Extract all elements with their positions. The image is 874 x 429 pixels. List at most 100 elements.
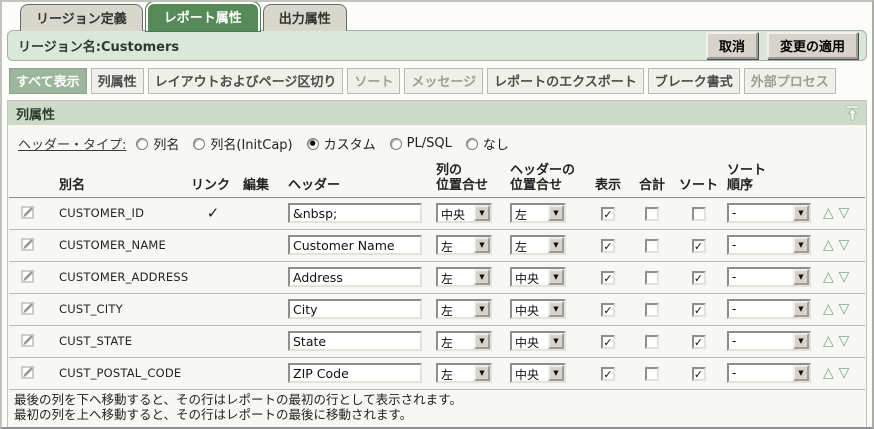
table-row: CUSTOMER_ADDRESS 左 ▼ xyxy=(9,261,865,293)
sort-sequence-select[interactable]: - ▼ xyxy=(727,203,811,223)
sort-checkbox[interactable]: ✓ xyxy=(692,367,706,381)
heading-alignment-select[interactable]: 中央 ▼ xyxy=(510,267,566,287)
section-nav-item[interactable]: メッセージ xyxy=(404,68,483,94)
heading-alignment-select[interactable]: 中央 ▼ xyxy=(510,331,566,351)
sum-checkbox[interactable] xyxy=(645,207,659,221)
heading-input[interactable] xyxy=(288,267,422,287)
table-row: CUSTOMER_NAME 左 ▼ xyxy=(9,229,865,261)
move-up-icon[interactable]: △ xyxy=(823,205,834,221)
header-type-label[interactable]: ヘッダー・タイプ: xyxy=(18,134,126,153)
sort-checkbox[interactable]: ✓ xyxy=(692,271,706,285)
edit-row-icon[interactable] xyxy=(19,362,38,384)
show-cell: ✓ xyxy=(586,357,630,389)
heading-input[interactable] xyxy=(288,299,422,319)
move-down-icon[interactable]: ▽ xyxy=(839,269,850,285)
select-value: 左 xyxy=(438,365,474,381)
sort-sequence-select[interactable]: - ▼ xyxy=(727,235,811,255)
sort-sequence-select[interactable]: - ▼ xyxy=(727,331,811,351)
radio-none[interactable]: なし xyxy=(466,134,509,153)
radio-custom[interactable]: ● カスタム xyxy=(307,134,376,153)
tab-report-attributes[interactable]: レポート属性 xyxy=(146,2,260,31)
column-alignment-select[interactable]: 左 ▼ xyxy=(436,299,492,319)
sort-sequence-select[interactable]: - ▼ xyxy=(727,299,811,319)
sum-checkbox[interactable] xyxy=(645,239,659,253)
tab-output-attributes[interactable]: 出力属性 xyxy=(263,4,347,31)
column-alignment-select[interactable]: 中央 ▼ xyxy=(436,203,492,223)
show-checkbox[interactable]: ✓ xyxy=(601,335,615,349)
show-checkbox[interactable]: ✓ xyxy=(601,367,615,381)
heading-cell xyxy=(284,229,432,261)
move-down-icon[interactable]: ▽ xyxy=(839,333,850,349)
heading-input[interactable] xyxy=(288,235,422,255)
heading-alignment-select[interactable]: 中央 ▼ xyxy=(510,299,566,319)
heading-alignment-select[interactable]: 中央 ▼ xyxy=(510,363,566,383)
sum-checkbox[interactable] xyxy=(645,335,659,349)
column-alignment-select[interactable]: 左 ▼ xyxy=(436,235,492,255)
section-nav-item[interactable]: ブレーク書式 xyxy=(648,68,740,94)
sum-checkbox[interactable] xyxy=(645,367,659,381)
column-alignment-cell: 左 ▼ xyxy=(432,229,506,261)
sort-cell: ✓ xyxy=(674,229,723,261)
radio-plsql[interactable]: PL/SQL xyxy=(390,136,452,151)
section-nav-item[interactable]: 外部プロセス xyxy=(744,68,836,94)
edit-row-icon[interactable] xyxy=(19,202,38,224)
show-checkbox[interactable]: ✓ xyxy=(601,271,615,285)
column-alignment-select[interactable]: 左 ▼ xyxy=(436,267,492,287)
move-down-icon[interactable]: ▽ xyxy=(839,365,850,381)
cancel-button[interactable]: 取消 xyxy=(706,32,758,59)
sort-sequence-select[interactable]: - ▼ xyxy=(727,363,811,383)
move-up-icon[interactable]: △ xyxy=(823,365,834,381)
sort-checkbox[interactable]: ✓ xyxy=(692,239,706,253)
scroll-to-top-icon[interactable] xyxy=(845,105,860,121)
move-up-icon[interactable]: △ xyxy=(823,237,834,253)
move-down-icon[interactable]: ▽ xyxy=(839,301,850,317)
heading-input[interactable] xyxy=(288,363,422,383)
sort-cell: ✓ xyxy=(674,357,723,389)
sort-checkbox[interactable] xyxy=(692,207,706,221)
radio-label: PL/SQL xyxy=(407,136,452,151)
header-link: リンク xyxy=(187,162,239,197)
sort-sequence-select[interactable]: - ▼ xyxy=(727,267,811,287)
section-nav-item[interactable]: レポートのエクスポート xyxy=(487,68,644,94)
edit-row-icon[interactable] xyxy=(19,330,38,352)
heading-alignment-select[interactable]: 左 ▼ xyxy=(510,203,566,223)
select-value: 左 xyxy=(438,301,474,317)
move-up-icon[interactable]: △ xyxy=(823,269,834,285)
tab-region-definition[interactable]: リージョン定義 xyxy=(20,4,143,31)
sum-checkbox[interactable] xyxy=(645,303,659,317)
heading-input[interactable] xyxy=(288,331,422,351)
section-title: 列属性 xyxy=(16,104,55,123)
section-nav-item[interactable]: レイアウトおよびページ区切り xyxy=(148,68,344,94)
radio-column-names-initcap[interactable]: 列名(InitCap) xyxy=(193,134,292,153)
column-alignment-select[interactable]: 左 ▼ xyxy=(436,331,492,351)
heading-cell xyxy=(284,325,432,357)
link-indicator xyxy=(187,293,239,325)
edit-row-icon[interactable] xyxy=(19,298,38,320)
radio-column-names[interactable]: 列名 xyxy=(136,134,179,153)
dropdown-arrow-icon: ▼ xyxy=(474,269,490,285)
move-down-icon[interactable]: ▽ xyxy=(839,205,850,221)
apply-changes-button[interactable]: 変更の適用 xyxy=(767,32,858,59)
heading-input[interactable] xyxy=(288,203,422,223)
show-checkbox[interactable]: ✓ xyxy=(601,207,615,221)
heading-alignment-select[interactable]: 左 ▼ xyxy=(510,235,566,255)
move-cell: △ ▽ xyxy=(819,229,865,261)
column-alignment-select[interactable]: 左 ▼ xyxy=(436,363,492,383)
move-down-icon[interactable]: ▽ xyxy=(839,237,850,253)
sort-checkbox[interactable]: ✓ xyxy=(692,335,706,349)
show-checkbox[interactable]: ✓ xyxy=(601,303,615,317)
dropdown-arrow-icon: ▼ xyxy=(793,301,809,317)
edit-row-icon[interactable] xyxy=(19,266,38,288)
edit-row-icon[interactable] xyxy=(19,234,38,256)
sort-checkbox[interactable]: ✓ xyxy=(692,303,706,317)
move-up-icon[interactable]: △ xyxy=(823,333,834,349)
section-nav-item[interactable]: ソート xyxy=(347,68,400,94)
show-checkbox[interactable]: ✓ xyxy=(601,239,615,253)
select-value: - xyxy=(729,333,793,349)
column-alignment-cell: 左 ▼ xyxy=(432,325,506,357)
move-up-icon[interactable]: △ xyxy=(823,301,834,317)
section-nav-item[interactable]: すべて表示 xyxy=(9,68,87,94)
edit-cell xyxy=(9,229,55,261)
sum-checkbox[interactable] xyxy=(645,271,659,285)
section-nav-item[interactable]: 列属性 xyxy=(91,68,144,94)
